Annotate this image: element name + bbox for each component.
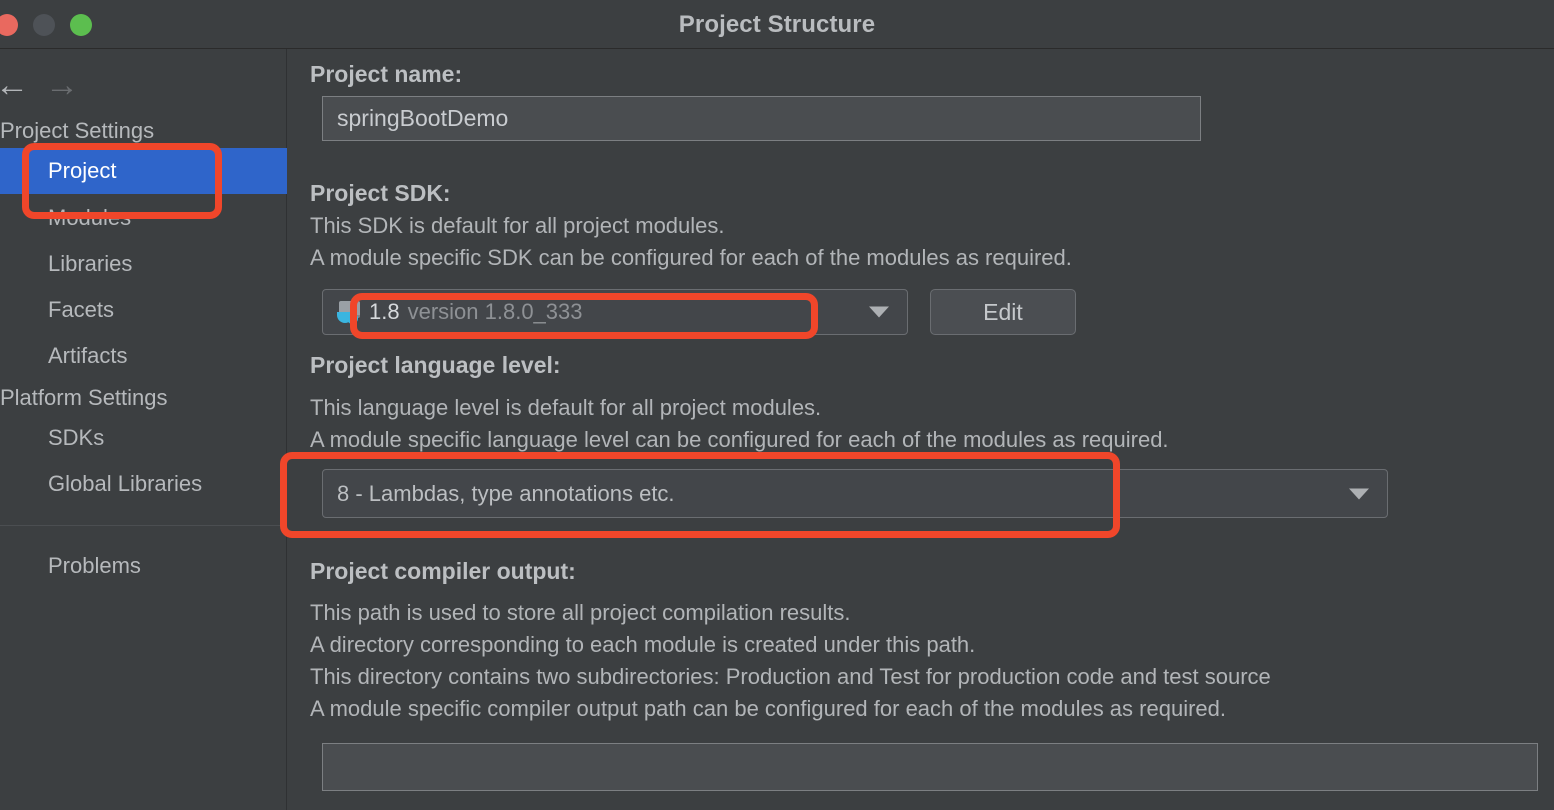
project-compiler-output-input[interactable] (322, 743, 1538, 791)
project-sdk-selected-version: version 1.8.0_333 (407, 299, 583, 324)
main-content: Project name: springBootDemo Project SDK… (288, 49, 1554, 810)
forward-arrow-icon[interactable]: → (40, 63, 84, 107)
sidebar-item-facets[interactable]: Facets (0, 287, 287, 333)
project-language-level-combo[interactable]: 8 - Lambdas, type annotations etc. (322, 469, 1388, 518)
sidebar-item-label: SDKs (48, 425, 105, 450)
sidebar-item-sdks[interactable]: SDKs (0, 415, 287, 461)
sidebar-item-label: Global Libraries (48, 471, 203, 496)
title-bar: Project Structure (0, 0, 1554, 49)
sidebar-item-label: Problems (48, 553, 141, 578)
chevron-down-icon[interactable] (1349, 488, 1369, 499)
project-sdk-description-line-1: This SDK is default for all project modu… (310, 213, 725, 238)
sidebar-group-project-settings: Project Settings (0, 118, 155, 143)
sidebar-item-global-libraries[interactable]: Global Libraries (0, 461, 287, 507)
sidebar-item-problems[interactable]: Problems (0, 543, 287, 589)
project-sdk-description-line-2: A module specific SDK can be configured … (310, 245, 1072, 270)
project-language-level-label: Project language level: (310, 352, 561, 378)
sidebar-item-modules[interactable]: Modules (0, 195, 287, 241)
project-compiler-output-description-line-2: A directory corresponding to each module… (310, 632, 976, 657)
java-sdk-icon (337, 299, 363, 325)
sidebar-item-project[interactable]: Project (0, 148, 287, 194)
sidebar: ← → Project Settings Project Modules Lib… (0, 49, 287, 810)
back-arrow-icon[interactable]: ← (0, 63, 34, 107)
sidebar-item-libraries[interactable]: Libraries (0, 241, 287, 287)
project-sdk-label: Project SDK: (310, 180, 451, 206)
project-compiler-output-description-line-4: A module specific compiler output path c… (310, 696, 1226, 721)
edit-sdk-button[interactable]: Edit (930, 289, 1076, 335)
project-name-input[interactable]: springBootDemo (322, 96, 1201, 141)
project-language-level-description-line-1: This language level is default for all p… (310, 395, 822, 420)
project-sdk-selected-name: 1.8 (369, 299, 400, 324)
chevron-down-icon[interactable] (869, 306, 889, 318)
project-structure-dialog: Project Structure ← → Project Settings P… (0, 0, 1554, 810)
project-compiler-output-description-line-3: This directory contains two subdirectori… (310, 664, 1271, 689)
project-compiler-output-description-line-1: This path is used to store all project c… (310, 600, 851, 625)
sidebar-item-artifacts[interactable]: Artifacts (0, 333, 287, 379)
project-compiler-output-label: Project compiler output: (310, 558, 576, 584)
window-title: Project Structure (678, 11, 876, 38)
sidebar-item-label: Facets (48, 297, 115, 322)
project-language-level-description-line-2: A module specific language level can be … (310, 427, 1169, 452)
project-sdk-combo[interactable]: 1.8 version 1.8.0_333 (322, 289, 908, 335)
sidebar-item-label: Libraries (48, 251, 133, 276)
sidebar-item-label: Modules (48, 205, 132, 230)
sidebar-divider (0, 525, 287, 526)
project-name-label: Project name: (310, 61, 463, 87)
sidebar-item-label: Artifacts (48, 343, 128, 368)
sidebar-item-label: Project (48, 158, 117, 183)
sidebar-group-platform-settings: Platform Settings (0, 385, 168, 410)
navigation-arrows: ← → (0, 63, 287, 107)
